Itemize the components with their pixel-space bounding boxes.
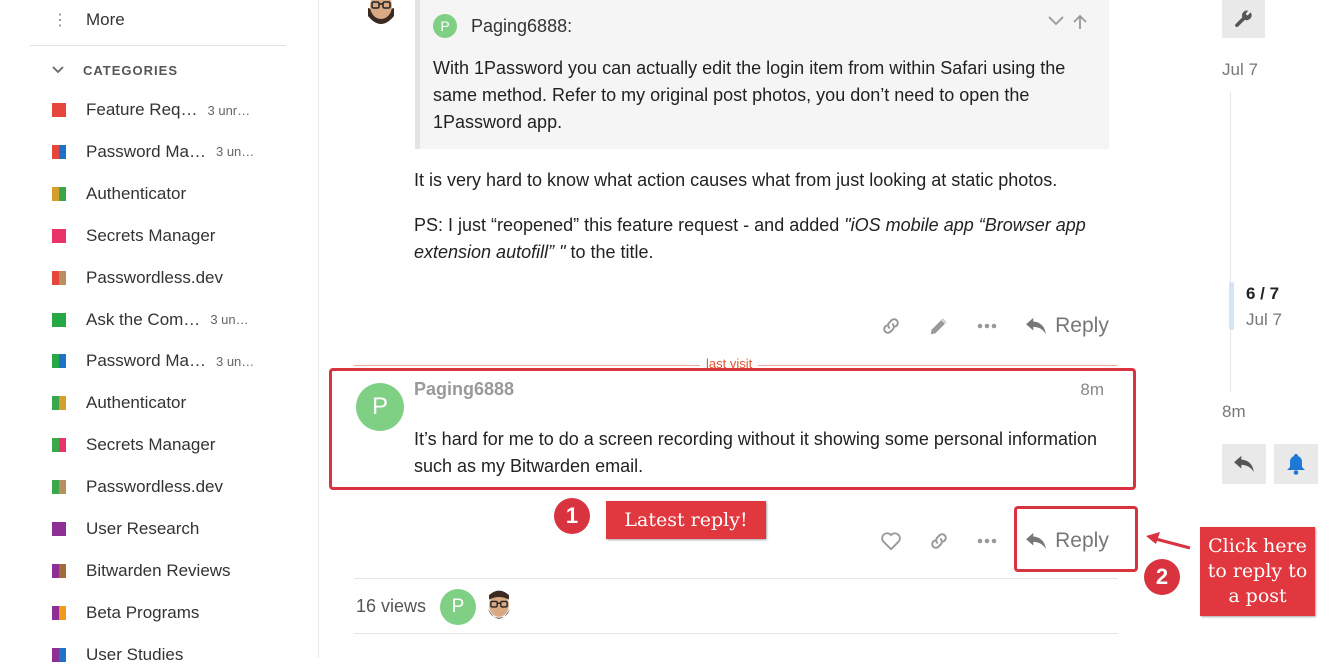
- timeline-scroll-handle[interactable]: [1229, 282, 1234, 330]
- quote-jump-arrow-icon[interactable]: [1073, 14, 1087, 34]
- category-color-swatch: [52, 563, 66, 578]
- timeline-position-date: Jul 7: [1246, 310, 1282, 329]
- category-name: User Research: [86, 519, 200, 538]
- bearded-user-avatar[interactable]: [360, 0, 402, 28]
- edit-pencil-icon[interactable]: [926, 314, 952, 338]
- category-color-swatch: [52, 522, 66, 536]
- ps-suffix: to the title.: [565, 242, 654, 262]
- post-paragraph: It is very hard to know what action caus…: [414, 170, 1058, 190]
- category-item[interactable]: User Research: [52, 517, 292, 541]
- reply-button-previous[interactable]: Reply: [1024, 311, 1110, 341]
- views-count: 16 views: [356, 596, 427, 616]
- annotation-badge-2: 2: [1144, 559, 1180, 595]
- copy-link-icon[interactable]: [878, 314, 904, 338]
- more-actions-icon[interactable]: [974, 529, 1000, 553]
- categories-header-label: CATEGORIES: [83, 62, 178, 78]
- quote-expand-icon[interactable]: [1048, 14, 1064, 31]
- like-heart-icon[interactable]: [878, 529, 904, 553]
- category-name: Authenticator: [86, 183, 187, 203]
- category-color-swatch: [52, 312, 66, 327]
- timeline-end-label[interactable]: 8m: [1222, 402, 1246, 422]
- participant-avatar[interactable]: P: [440, 589, 476, 625]
- chevron-down-icon: [52, 63, 66, 77]
- timeline-rail[interactable]: [1230, 92, 1231, 392]
- vertical-ellipsis-icon: ⋮: [52, 12, 68, 29]
- reply-arrow-icon: [1026, 317, 1047, 335]
- reply-label: Reply: [1055, 314, 1109, 337]
- annotation-click-to-reply: Click here to reply to a post: [1200, 527, 1315, 616]
- category-item[interactable]: Beta Programs: [52, 601, 292, 625]
- category-name: User Studies: [86, 644, 184, 664]
- quote-avatar[interactable]: P: [433, 14, 457, 38]
- sidebar-divider: [30, 45, 286, 46]
- category-name: Ask the Com…: [86, 309, 201, 329]
- annotation-badge-1: 1: [554, 498, 590, 534]
- quote-username[interactable]: Paging6888:: [471, 16, 572, 37]
- category-unread-count: 3 un…: [215, 144, 255, 160]
- category-name: Passwordless.dev: [86, 267, 224, 287]
- wrench-icon: [1234, 10, 1252, 28]
- category-color-swatch: [52, 186, 66, 201]
- timeline-start-date[interactable]: Jul 7: [1222, 60, 1258, 80]
- footer-bottom-divider: [354, 633, 1118, 634]
- category-item[interactable]: User Studies: [52, 643, 292, 667]
- category-item[interactable]: Password Ma… 3 un…: [52, 349, 292, 373]
- category-color-swatch: [52, 103, 66, 117]
- category-item[interactable]: Feature Req… 3 unr…: [52, 98, 292, 122]
- category-name: Feature Req…: [86, 100, 198, 119]
- category-color-swatch: [52, 438, 66, 453]
- category-item[interactable]: Password Ma… 3 un…: [52, 140, 292, 164]
- sidebar-more-link[interactable]: ⋮ More: [52, 8, 125, 32]
- category-color-swatch: [52, 605, 66, 620]
- timeline-position: 6 / 7: [1246, 284, 1280, 303]
- quote-text: With 1Password you can actually edit the…: [433, 58, 1066, 132]
- category-name: Authenticator: [86, 393, 187, 413]
- category-color-swatch: [52, 228, 66, 243]
- sidebar: ⋮ More CATEGORIES Feature Req… 3 unr… Pass…: [0, 0, 319, 664]
- highlight-latest-post-frame: [329, 368, 1136, 490]
- topic-admin-wrench-button[interactable]: [1222, 0, 1265, 38]
- ps-prefix: PS: I just “reopened” this feature reque…: [414, 215, 845, 235]
- topic-footer-divider: [354, 578, 1118, 579]
- category-name: Secrets Manager: [86, 435, 216, 455]
- category-unread-count: 3 unr…: [207, 102, 251, 118]
- participant-bearded-avatar[interactable]: [480, 587, 518, 625]
- category-item[interactable]: Secrets Manager: [52, 433, 292, 457]
- category-name: Beta Programs: [86, 602, 200, 622]
- category-item[interactable]: Secrets Manager: [52, 224, 292, 248]
- annotation-arrow: [1146, 532, 1191, 550]
- category-color-swatch: [52, 354, 66, 369]
- category-color-swatch: [52, 396, 66, 411]
- category-name: Passwordless.dev: [86, 477, 224, 497]
- annotation-latest-reply: Latest reply!: [606, 501, 766, 539]
- categories-header-toggle[interactable]: CATEGORIES: [52, 60, 178, 80]
- highlight-reply-button-frame: [1014, 506, 1138, 572]
- timeline-reply-button[interactable]: [1222, 444, 1266, 484]
- post-ps-paragraph: PS: I just “reopened” this feature reque…: [414, 212, 1104, 266]
- copy-link-icon[interactable]: [926, 529, 952, 553]
- category-item[interactable]: Bitwarden Reviews: [52, 559, 292, 583]
- category-name: Password Ma…: [86, 351, 206, 371]
- category-item[interactable]: Ask the Com… 3 un…: [52, 308, 292, 332]
- category-color-swatch: [52, 144, 66, 159]
- category-item[interactable]: Passwordless.dev: [52, 266, 292, 290]
- category-unread-count: 3 un…: [215, 353, 255, 369]
- sidebar-more-label: More: [86, 10, 125, 29]
- category-item[interactable]: Passwordless.dev: [52, 475, 292, 499]
- category-name: Password Ma…: [86, 141, 206, 161]
- more-actions-icon[interactable]: [974, 314, 1000, 338]
- notification-bell-button[interactable]: [1274, 444, 1318, 484]
- bell-icon: [1287, 454, 1305, 475]
- category-item[interactable]: Authenticator: [52, 391, 292, 415]
- reply-arrow-icon: [1234, 455, 1254, 473]
- category-unread-count: 3 un…: [210, 312, 249, 327]
- category-color-swatch: [52, 647, 66, 662]
- category-name: Bitwarden Reviews: [86, 560, 231, 580]
- category-name: Secrets Manager: [86, 225, 216, 245]
- category-color-swatch: [52, 480, 66, 495]
- category-color-swatch: [52, 270, 66, 285]
- category-item[interactable]: Authenticator: [52, 182, 292, 206]
